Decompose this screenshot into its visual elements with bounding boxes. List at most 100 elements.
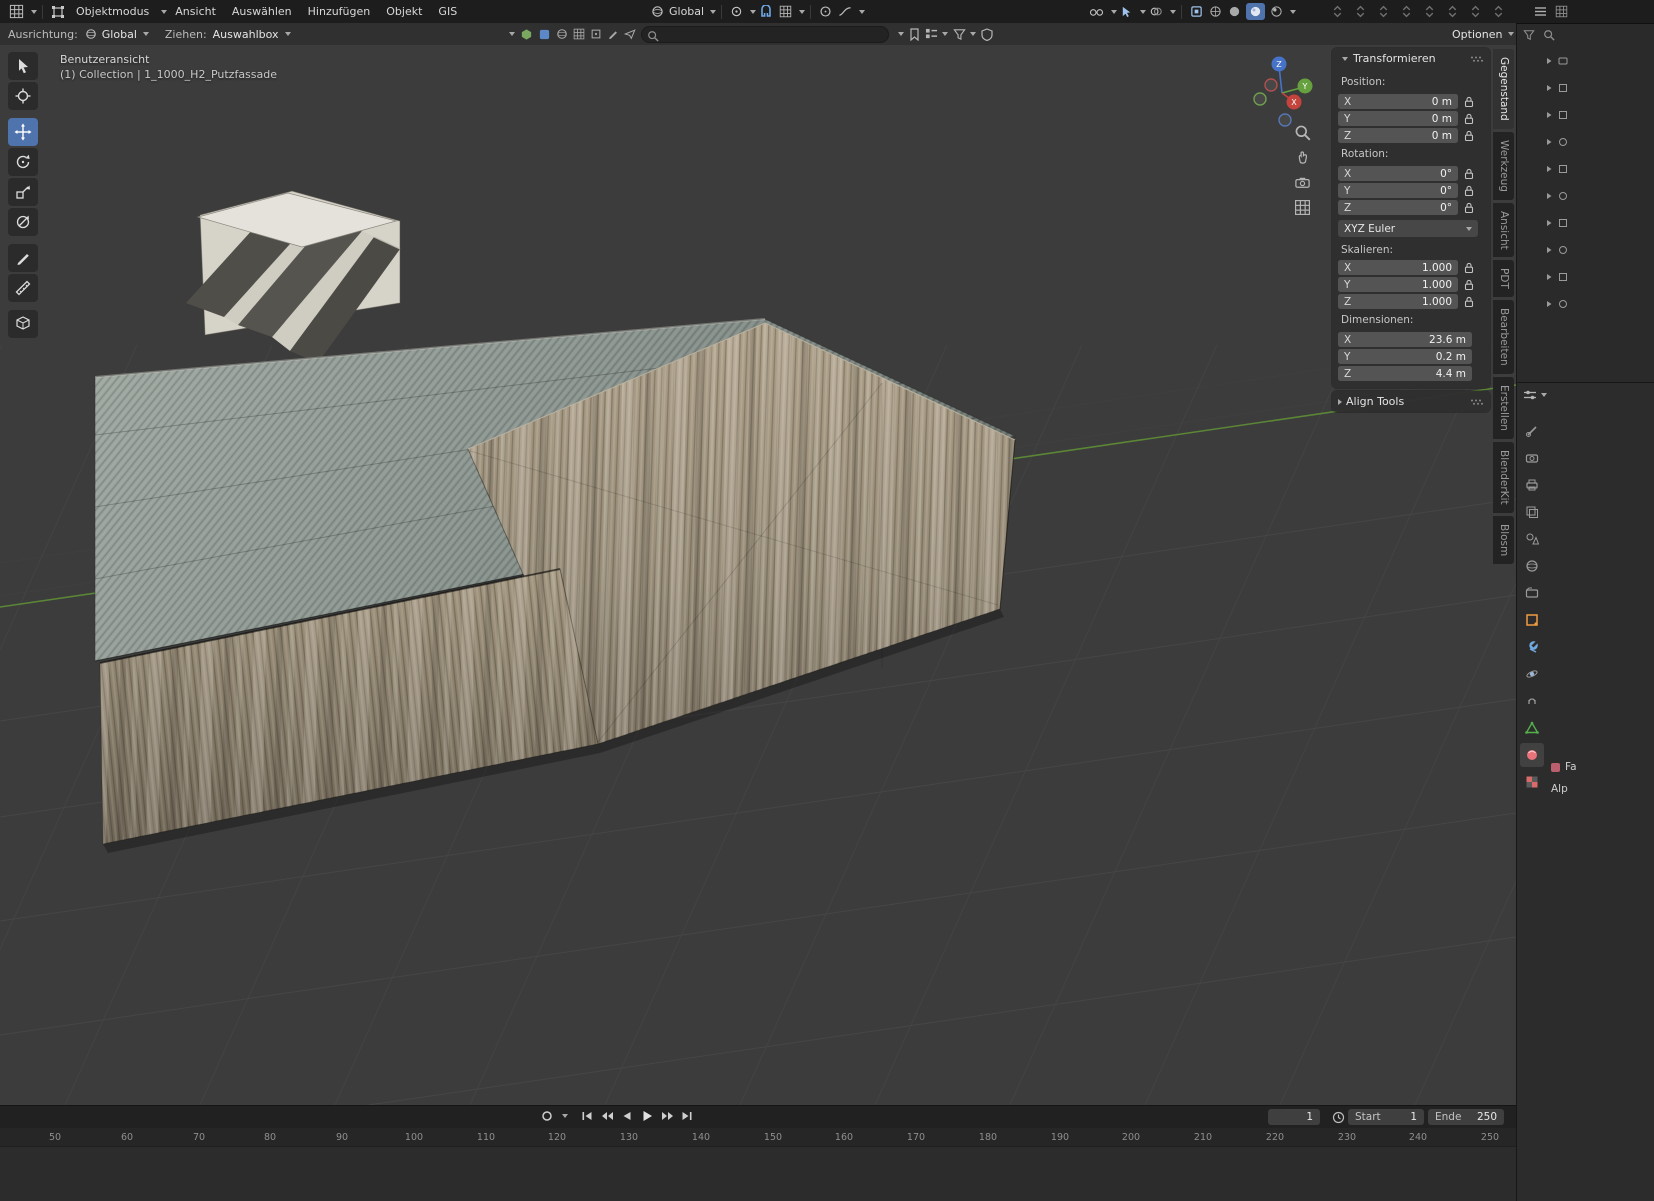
display-mode-dropdown[interactable] <box>925 28 948 40</box>
proportional-edit-icon[interactable] <box>819 5 832 18</box>
end-frame-field[interactable]: Ende 250 <box>1428 1109 1504 1125</box>
viewport-3d-scene[interactable] <box>0 45 1516 1105</box>
overlays-dropdown[interactable] <box>1146 5 1176 18</box>
viewport-3d[interactable]: Benutzeransicht (1) Collection | 1_1000_… <box>0 45 1516 1105</box>
lock-icon[interactable] <box>1464 296 1474 308</box>
expand-icon[interactable] <box>1545 300 1553 308</box>
transform-tool-button[interactable] <box>8 208 38 236</box>
outliner-row[interactable] <box>1545 245 1568 255</box>
properties-tab-collection[interactable] <box>1520 581 1544 605</box>
cage-icon[interactable] <box>590 28 602 40</box>
sidebar-tab-blenderkit[interactable]: BlenderKit <box>1493 442 1514 513</box>
collapse-icon[interactable] <box>1424 5 1435 18</box>
expand-icon[interactable] <box>1545 165 1553 173</box>
sidebar-tab-bearbeiten[interactable]: Bearbeiten <box>1493 300 1514 374</box>
show-gizmo-dropdown[interactable] <box>1086 5 1117 18</box>
prev-keyframe-button[interactable] <box>598 1108 616 1124</box>
properties-tab-output[interactable] <box>1520 473 1544 497</box>
lock-icon[interactable] <box>1464 279 1474 291</box>
scale-z-field[interactable]: Z 1.000 <box>1338 294 1458 309</box>
properties-tab-object[interactable] <box>1520 608 1544 632</box>
menu-objekt[interactable]: Objekt <box>378 0 430 23</box>
collapse-icon[interactable] <box>1447 5 1458 18</box>
hexagon-icon[interactable] <box>520 28 533 41</box>
mesh-sphere-icon[interactable] <box>556 28 568 40</box>
collapse-icon[interactable] <box>1493 5 1504 18</box>
search-options-caret[interactable] <box>898 32 904 36</box>
collapse-icon[interactable] <box>1355 5 1366 18</box>
sidebar-tab-blosm[interactable]: Blosm <box>1493 516 1514 564</box>
properties-tab-viewlayer[interactable] <box>1520 500 1544 524</box>
expand-icon[interactable] <box>1545 84 1553 92</box>
outliner-row[interactable] <box>1545 299 1568 309</box>
rotation-z-field[interactable]: Z 0° <box>1338 200 1458 215</box>
scale-x-field[interactable]: X 1.000 <box>1338 260 1458 275</box>
transform-orientation-dropdown[interactable]: Global <box>648 0 716 23</box>
shading-material-button[interactable] <box>1246 3 1265 20</box>
scale-tool-button[interactable] <box>8 178 38 206</box>
lock-icon[interactable] <box>1464 262 1474 274</box>
axis-neg-x-ball[interactable] <box>1265 79 1277 91</box>
align-tools-panel[interactable]: Align Tools <box>1332 391 1490 412</box>
play-reverse-button[interactable] <box>618 1108 636 1124</box>
outliner-row[interactable] <box>1545 83 1568 93</box>
properties-tab-modifiers[interactable] <box>1520 635 1544 659</box>
lock-icon[interactable] <box>1464 185 1474 197</box>
perspective-grid-icon[interactable] <box>1294 199 1311 216</box>
properties-tab-material[interactable] <box>1520 743 1544 767</box>
dimension-z-field[interactable]: Z 4.4 m <box>1338 366 1472 381</box>
properties-tab-data[interactable] <box>1520 716 1544 740</box>
outliner-row[interactable] <box>1545 191 1568 201</box>
rotation-mode-dropdown[interactable]: XYZ Euler <box>1338 220 1478 237</box>
orientation-value[interactable]: Global <box>102 28 137 41</box>
current-frame-field[interactable]: 1 <box>1268 1109 1320 1125</box>
zoom-icon[interactable] <box>1294 124 1311 141</box>
expand-icon[interactable] <box>1545 246 1553 254</box>
filter-dropdown[interactable] <box>953 28 976 41</box>
collapse-icon[interactable] <box>1401 5 1412 18</box>
viewport-search-input[interactable] <box>641 26 889 43</box>
scale-y-field[interactable]: Y 1.000 <box>1338 277 1458 292</box>
next-keyframe-button[interactable] <box>658 1108 676 1124</box>
pan-hand-icon[interactable] <box>1294 149 1311 166</box>
drag-value[interactable]: Auswahlbox <box>213 28 279 41</box>
expand-icon[interactable] <box>1545 57 1553 65</box>
expand-icon[interactable] <box>1545 138 1553 146</box>
properties-tab-physics[interactable] <box>1520 662 1544 686</box>
play-button[interactable] <box>638 1108 656 1124</box>
menu-ansicht[interactable]: Ansicht <box>167 0 224 23</box>
rotation-x-field[interactable]: X 0° <box>1338 166 1458 181</box>
move-tool-button[interactable] <box>8 118 38 146</box>
properties-tab-constraints[interactable] <box>1520 689 1544 713</box>
pen-icon[interactable] <box>607 28 619 40</box>
outliner-row[interactable] <box>1545 272 1568 282</box>
outliner-row[interactable] <box>1545 56 1568 66</box>
add-object-tool-button[interactable] <box>8 310 38 338</box>
start-frame-field[interactable]: Start 1 <box>1348 1109 1424 1125</box>
select-tool-button[interactable] <box>8 52 38 80</box>
properties-tab-texture[interactable] <box>1520 770 1544 794</box>
shading-rendered-dropdown[interactable] <box>1267 5 1296 18</box>
sidebar-tab-erstellen[interactable]: Erstellen <box>1493 377 1514 439</box>
camera-view-icon[interactable] <box>1294 174 1311 191</box>
expand-icon[interactable] <box>1545 273 1553 281</box>
expand-icon[interactable] <box>1545 192 1553 200</box>
outliner-row[interactable] <box>1545 218 1568 228</box>
annotate-tool-button[interactable] <box>8 244 38 272</box>
bookmark-icon[interactable] <box>909 28 920 41</box>
shield-icon[interactable] <box>981 28 993 41</box>
outliner-row[interactable] <box>1545 137 1568 147</box>
rotate-tool-button[interactable] <box>8 148 38 176</box>
lock-icon[interactable] <box>1464 96 1474 108</box>
lattice-icon[interactable] <box>573 28 585 40</box>
snap-magnet-icon[interactable] <box>759 5 773 19</box>
shading-solid-icon[interactable] <box>1228 5 1241 18</box>
expand-icon[interactable] <box>1545 111 1553 119</box>
outliner-row[interactable] <box>1545 110 1568 120</box>
jump-to-end-button[interactable] <box>678 1108 696 1124</box>
position-x-field[interactable]: X 0 m <box>1338 94 1458 109</box>
dimension-x-field[interactable]: X 23.6 m <box>1338 332 1472 347</box>
gizmos-dropdown[interactable] <box>1117 5 1146 18</box>
panel-grip-icon[interactable] <box>1470 55 1484 63</box>
cursor-tool-button[interactable] <box>8 82 38 110</box>
